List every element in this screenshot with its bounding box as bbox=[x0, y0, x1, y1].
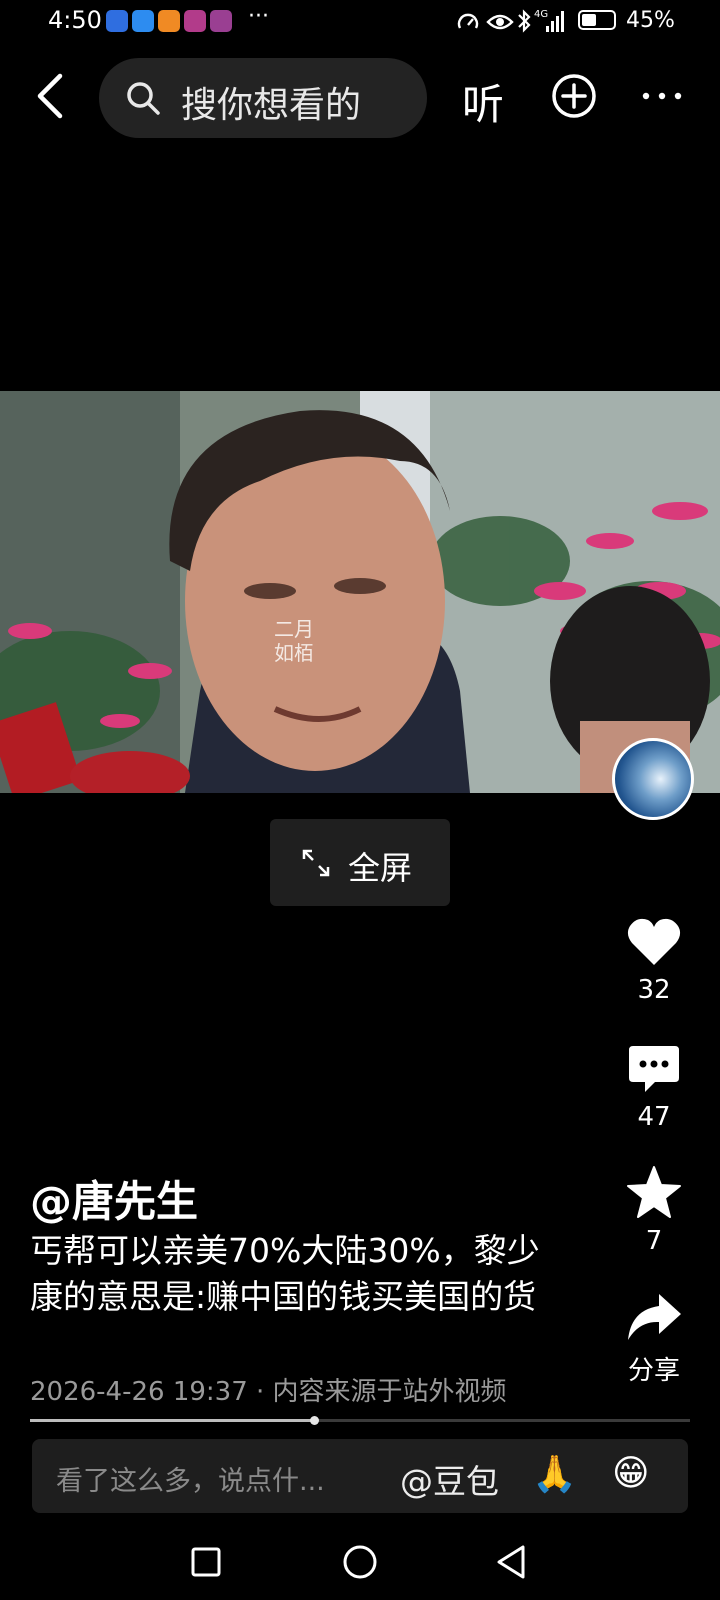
comment-input[interactable]: 看了这么多，说点什... @豆包 🙏 😁 bbox=[32, 1439, 688, 1513]
status-time: 4:50 bbox=[48, 6, 102, 34]
comment-button[interactable]: 47 bbox=[612, 1040, 696, 1132]
eye-icon bbox=[486, 14, 514, 30]
fullscreen-label: 全屏 bbox=[348, 849, 413, 887]
more-options-button[interactable] bbox=[638, 74, 686, 118]
battery-icon bbox=[578, 10, 616, 30]
home-button[interactable] bbox=[340, 1542, 380, 1582]
data-speed-icon bbox=[457, 13, 479, 29]
post-caption: 丐帮可以亲美70%大陆30%，黎少康的意思是:赚中国的钱买美国的货 bbox=[30, 1231, 540, 1316]
app-notification-icon bbox=[184, 10, 206, 32]
status-app-icons bbox=[106, 10, 232, 32]
search-placeholder: 搜你想看的 bbox=[181, 85, 362, 126]
comment-count: 47 bbox=[637, 1102, 671, 1132]
comment-icon bbox=[629, 1046, 679, 1092]
like-count: 32 bbox=[637, 975, 671, 1005]
battery-percent: 45% bbox=[626, 8, 675, 33]
star-icon bbox=[627, 1166, 681, 1218]
video-player[interactable]: 二月 如栢 bbox=[0, 391, 720, 793]
status-more-icon: ··· bbox=[248, 4, 269, 29]
pray-emoji-button[interactable]: 🙏 bbox=[532, 1453, 577, 1495]
system-nav-bar bbox=[0, 1528, 720, 1600]
mention-doubao-button[interactable]: @豆包 bbox=[400, 1455, 499, 1503]
share-label: 分享 bbox=[627, 1356, 680, 1386]
progress-fill bbox=[30, 1419, 314, 1422]
listen-button[interactable]: 听 bbox=[462, 71, 504, 132]
heart-icon bbox=[627, 918, 681, 965]
search-input[interactable]: 搜你想看的 bbox=[99, 58, 427, 138]
app-notification-icon bbox=[132, 10, 154, 32]
app-notification-icon bbox=[210, 10, 232, 32]
video-watermark: 二月 如栢 bbox=[274, 617, 314, 665]
expand-icon bbox=[302, 849, 330, 877]
app-notification-icon bbox=[158, 10, 180, 32]
comment-placeholder: 看了这么多，说点什... bbox=[56, 1466, 325, 1497]
status-bar: 4:50 ··· 4G 45% bbox=[0, 0, 720, 44]
search-icon bbox=[127, 82, 160, 115]
like-button[interactable]: 32 bbox=[612, 913, 696, 1005]
author-avatar[interactable] bbox=[612, 738, 694, 820]
video-progress-bar[interactable] bbox=[30, 1416, 690, 1425]
post-meta: 2026-4-26 19:37 · 内容来源于站外视频 bbox=[30, 1377, 507, 1407]
favorite-button[interactable]: 7 bbox=[612, 1164, 696, 1256]
back-button[interactable] bbox=[28, 68, 76, 124]
recent-apps-button[interactable] bbox=[186, 1542, 226, 1582]
video-frame bbox=[0, 391, 720, 793]
grin-emoji-button[interactable]: 😁 bbox=[612, 1453, 650, 1494]
top-bar: 搜你想看的 听 bbox=[0, 56, 720, 140]
progress-knob[interactable] bbox=[309, 1416, 319, 1425]
bluetooth-icon bbox=[518, 9, 531, 33]
nav-back-button[interactable] bbox=[492, 1542, 532, 1582]
share-button[interactable]: 分享 bbox=[612, 1288, 696, 1387]
add-button[interactable] bbox=[550, 72, 598, 120]
app-notification-icon bbox=[106, 10, 128, 32]
share-arrow-icon bbox=[628, 1294, 681, 1340]
signal-icon bbox=[546, 11, 564, 32]
favorite-count: 7 bbox=[645, 1226, 663, 1256]
fullscreen-button[interactable]: 全屏 bbox=[270, 819, 450, 906]
author-name[interactable]: @唐先生 bbox=[30, 1168, 198, 1229]
